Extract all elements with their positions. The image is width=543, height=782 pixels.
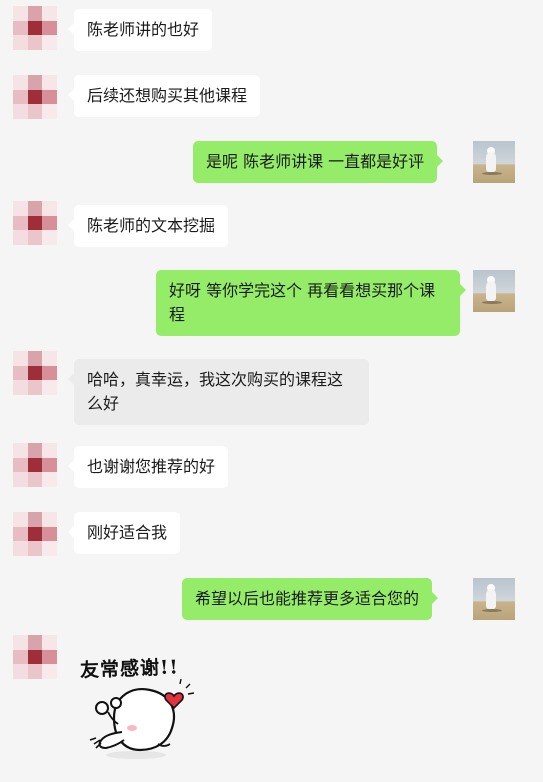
contact-avatar[interactable] bbox=[13, 201, 57, 245]
contact-avatar[interactable] bbox=[13, 6, 57, 50]
message-bubble-incoming[interactable]: 也谢谢您推荐的好 bbox=[67, 446, 229, 488]
contact-avatar[interactable] bbox=[13, 443, 57, 487]
mosaic-avatar-image bbox=[13, 635, 57, 679]
heart-thanks-sticker[interactable]: 友常感谢!! bbox=[74, 648, 202, 766]
message-bubble-incoming[interactable]: 陈老师的文本挖掘 bbox=[67, 205, 229, 247]
avatar-figure-body bbox=[486, 589, 496, 609]
message-bubble-incoming[interactable]: 刚好适合我 bbox=[67, 512, 181, 554]
avatar-figure-shadow bbox=[482, 301, 502, 304]
avatar-figure-body bbox=[486, 281, 496, 301]
my-avatar[interactable] bbox=[473, 141, 515, 183]
message-bubble-outgoing[interactable]: 是呢 陈老师讲课 一直都是好评 bbox=[193, 141, 444, 183]
blob-character-icon bbox=[89, 678, 195, 759]
my-avatar[interactable] bbox=[473, 578, 515, 620]
contact-avatar[interactable] bbox=[13, 512, 57, 556]
contact-avatar[interactable] bbox=[13, 635, 57, 679]
avatar-figure-body bbox=[486, 152, 496, 172]
mosaic-avatar-image bbox=[13, 512, 57, 556]
mosaic-avatar-image bbox=[13, 351, 57, 395]
mosaic-avatar-image bbox=[13, 443, 57, 487]
chat-history: 陈老师讲的也好 后续还想购买其他课程 是呢 陈老师讲课 一直都是好评 陈老师的文… bbox=[0, 0, 543, 782]
avatar-figure-shadow bbox=[482, 609, 502, 612]
message-bubble-outgoing[interactable]: 希望以后也能推荐更多适合您的 bbox=[182, 578, 439, 620]
mosaic-avatar-image bbox=[13, 6, 57, 50]
mosaic-avatar-image bbox=[13, 75, 57, 119]
contact-avatar[interactable] bbox=[13, 75, 57, 119]
contact-avatar[interactable] bbox=[13, 351, 57, 395]
message-bubble-outgoing[interactable]: 好呀 等你学完这个 再看看想买那个课程 bbox=[156, 270, 466, 336]
message-bubble-incoming-selected[interactable]: 哈哈，真幸运，我这次购买的课程这么好 bbox=[68, 359, 369, 425]
avatar-figure-shadow bbox=[482, 172, 502, 175]
message-bubble-incoming[interactable]: 后续还想购买其他课程 bbox=[67, 75, 261, 117]
message-bubble-incoming[interactable]: 陈老师讲的也好 bbox=[67, 9, 213, 51]
mosaic-avatar-image bbox=[13, 201, 57, 245]
my-avatar[interactable] bbox=[473, 270, 515, 312]
